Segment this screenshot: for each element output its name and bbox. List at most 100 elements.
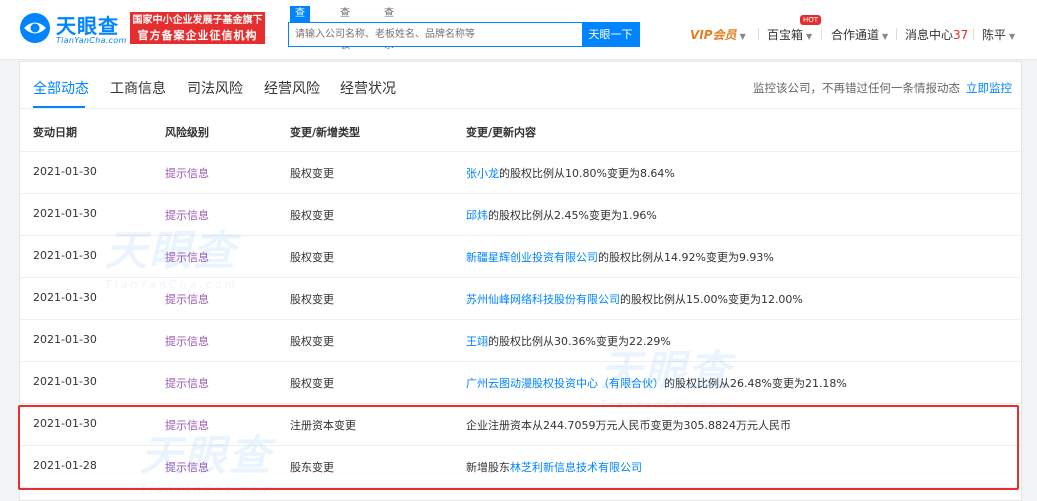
monitor-now-link[interactable]: 立即监控 <box>966 81 1012 95</box>
column-header-type: 变更/新增类型 <box>290 126 361 139</box>
entity-link[interactable]: 新疆星辉创业投资有限公司 <box>466 251 598 264</box>
search-tab-relation[interactable]: 查关系 <box>384 6 394 51</box>
change-detail: 的股权比例从26.48%变更为21.18% <box>664 377 847 390</box>
monitor-text: 监控该公司，不再错过任何一条情报动态 <box>753 81 960 95</box>
column-header-date: 变动日期 <box>33 126 77 139</box>
change-date: 2021-01-30 <box>33 333 97 346</box>
tab-operation-risk[interactable]: 经营风险 <box>264 78 320 98</box>
entity-link[interactable]: 苏州仙峰网络科技股份有限公司 <box>466 293 620 306</box>
tab-all-dynamics[interactable]: 全部动态 <box>33 78 89 98</box>
change-type: 股权变更 <box>290 209 334 222</box>
tianyancha-logo[interactable]: 天眼查 TianYanCha.com <box>18 9 126 49</box>
nav-divider <box>758 28 759 40</box>
column-header-content: 变更/更新内容 <box>466 126 537 139</box>
message-center-link[interactable]: 消息中心37 <box>905 26 968 43</box>
change-date: 2021-01-28 <box>33 459 97 472</box>
search-input[interactable] <box>289 23 583 46</box>
chevron-down-icon: ▼ <box>739 32 746 41</box>
change-type: 股权变更 <box>290 335 334 348</box>
table-row: 2021-01-30 提示信息 股权变更 新疆星辉创业投资有限公司的股权比例从1… <box>20 236 1021 278</box>
column-header-risk: 风险级别 <box>165 126 209 139</box>
change-type: 股权变更 <box>290 377 334 390</box>
table-row: 2021-01-30 提示信息 股权变更 广州云图动漫股权投资中心（有限合伙）的… <box>20 362 1021 404</box>
change-detail: 的股权比例从30.36%变更为22.29% <box>488 335 671 348</box>
message-count: 37 <box>953 28 969 42</box>
slogan-line-2: 官方备案企业征信机构 <box>137 29 258 42</box>
search-tab-boss[interactable]: 查老板 <box>340 6 350 51</box>
change-prefix: 新增股东 <box>466 461 510 474</box>
user-menu[interactable]: 陈平 ▼ <box>982 26 1015 43</box>
vip-member-link[interactable]: VIP会员 ▼ <box>690 26 746 43</box>
risk-level-link[interactable]: 提示信息 <box>165 249 209 265</box>
tab-judicial-risk[interactable]: 司法风险 <box>187 78 243 98</box>
vip-label: VIP会员 <box>690 28 737 42</box>
table-header: 变动日期 风险级别 变更/新增类型 变更/更新内容 <box>20 110 1021 152</box>
change-type: 股权变更 <box>290 293 334 306</box>
nav-divider <box>821 28 822 40</box>
message-center-label: 消息中心 <box>905 28 954 42</box>
change-date: 2021-01-30 <box>33 291 97 304</box>
top-header: 天眼查 TianYanCha.com 国家中小企业发展子基金旗下 官方备案企业征… <box>0 0 1037 60</box>
cooperation-label: 合作通道 <box>831 28 880 42</box>
entity-link[interactable]: 林芝利新信息技术有限公司 <box>510 461 642 474</box>
change-content: 王翊的股权比例从30.36%变更为22.29% <box>466 333 671 349</box>
cooperation-link[interactable]: 合作通道 ▼ <box>831 26 888 43</box>
change-detail: 的股权比例从15.00%变更为12.00% <box>620 293 803 306</box>
table-row: 2021-01-30 提示信息 股权变更 苏州仙峰网络科技股份有限公司的股权比例… <box>20 278 1021 320</box>
logo-subtitle: TianYanCha.com <box>56 36 127 45</box>
change-content: 企业注册资本从244.7059万元人民币变更为305.8824万元人民币 <box>466 419 791 432</box>
tab-business-info[interactable]: 工商信息 <box>110 78 166 98</box>
change-content: 新疆星辉创业投资有限公司的股权比例从14.92%变更为9.93% <box>466 249 774 265</box>
change-content: 苏州仙峰网络科技股份有限公司的股权比例从15.00%变更为12.00% <box>466 291 803 307</box>
chevron-down-icon: ▼ <box>1009 32 1016 41</box>
baibaoxiang-label: 百宝箱 <box>767 28 804 42</box>
change-type: 股东变更 <box>290 461 334 474</box>
nav-divider <box>973 28 974 40</box>
table-row: 2021-01-30 提示信息 股权变更 邱炜的股权比例从2.45%变更为1.9… <box>20 194 1021 236</box>
search-box: 天眼一下 <box>288 22 640 47</box>
nav-divider <box>896 28 897 40</box>
risk-level-link[interactable]: 提示信息 <box>165 333 209 349</box>
risk-level-link[interactable]: 提示信息 <box>165 291 209 307</box>
search-tab-company[interactable]: 查公司 <box>290 6 310 51</box>
logo-text: 天眼查 <box>56 14 119 38</box>
entity-link[interactable]: 广州云图动漫股权投资中心（有限合伙） <box>466 377 664 390</box>
entity-link[interactable]: 张小龙 <box>466 167 499 180</box>
risk-level-link[interactable]: 提示信息 <box>165 375 209 391</box>
table-row: 2021-01-30 提示信息 注册资本变更 企业注册资本从244.7059万元… <box>20 404 1021 446</box>
change-date: 2021-01-30 <box>33 165 97 178</box>
baibaoxiang-link[interactable]: 百宝箱 ▼ <box>767 26 812 43</box>
change-type: 股权变更 <box>290 167 334 180</box>
change-type: 注册资本变更 <box>290 419 356 432</box>
slogan-banner: 国家中小企业发展子基金旗下 官方备案企业征信机构 <box>130 12 265 44</box>
chevron-down-icon: ▼ <box>806 32 813 41</box>
change-detail: 的股权比例从2.45%变更为1.96% <box>488 209 657 222</box>
monitor-prompt: 监控该公司，不再错过任何一条情报动态 立即监控 <box>753 80 1012 96</box>
change-date: 2021-01-30 <box>33 207 97 220</box>
slogan-line-1: 国家中小企业发展子基金旗下 <box>132 15 263 26</box>
hot-badge: HOT <box>800 15 822 25</box>
user-name: 陈平 <box>982 28 1007 42</box>
change-detail: 的股权比例从14.92%变更为9.93% <box>598 251 774 264</box>
table-row: 2021-01-28 提示信息 股东变更 新增股东林芝利新信息技术有限公司 <box>20 446 1021 488</box>
dynamics-tabs: 全部动态 工商信息 司法风险 经营风险 经营状况 监控该公司，不再错过任何一条情… <box>20 62 1021 109</box>
active-tab-indicator <box>33 106 85 108</box>
table-row: 2021-01-30 提示信息 股权变更 张小龙的股权比例从10.80%变更为8… <box>20 152 1021 194</box>
risk-level-link[interactable]: 提示信息 <box>165 417 209 433</box>
change-date: 2021-01-30 <box>33 375 97 388</box>
change-content: 新增股东林芝利新信息技术有限公司 <box>466 459 642 475</box>
change-type: 股权变更 <box>290 251 334 264</box>
entity-link[interactable]: 邱炜 <box>466 209 488 222</box>
risk-level-link[interactable]: 提示信息 <box>165 207 209 223</box>
logo-eye-icon <box>20 13 50 43</box>
change-date: 2021-01-30 <box>33 249 97 262</box>
change-date: 2021-01-30 <box>33 417 97 430</box>
risk-level-link[interactable]: 提示信息 <box>165 459 209 475</box>
tab-operation-status[interactable]: 经营状况 <box>340 78 396 98</box>
change-content: 邱炜的股权比例从2.45%变更为1.96% <box>466 207 657 223</box>
change-detail: 的股权比例从10.80%变更为8.64% <box>499 167 675 180</box>
table-row: 2021-01-30 提示信息 股权变更 王翊的股权比例从30.36%变更为22… <box>20 320 1021 362</box>
risk-level-link[interactable]: 提示信息 <box>165 165 209 181</box>
search-button[interactable]: 天眼一下 <box>582 23 639 46</box>
entity-link[interactable]: 王翊 <box>466 335 488 348</box>
